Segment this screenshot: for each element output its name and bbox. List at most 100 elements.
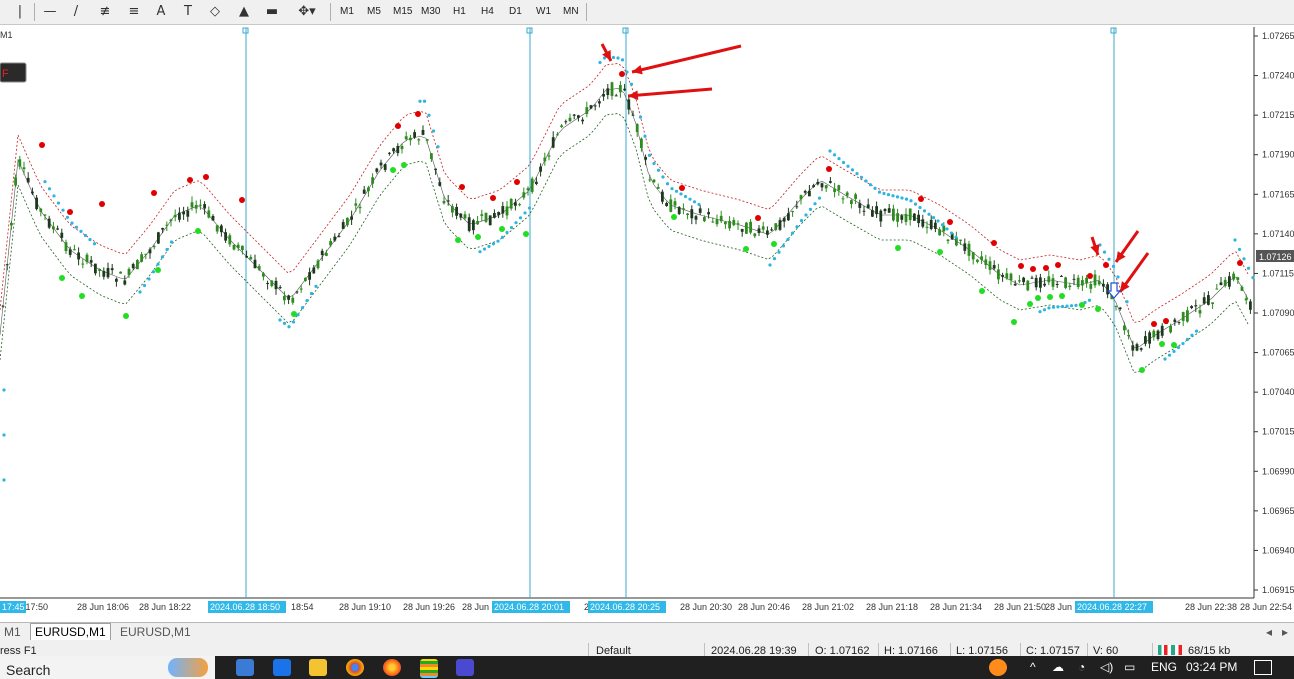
timeframe-d1[interactable]: D1 <box>506 3 525 21</box>
candle-body <box>52 226 55 230</box>
candle-body <box>1207 295 1210 305</box>
text-icon[interactable]: A <box>151 3 171 21</box>
clock[interactable]: 03:24 PM <box>1186 660 1237 674</box>
fibo-icon[interactable]: ≡ <box>124 3 144 21</box>
weather-icon[interactable] <box>989 659 1007 676</box>
candle-body <box>438 182 442 186</box>
time-marker-label: 2024.06.28 18:50 <box>210 602 280 612</box>
candle-body <box>199 204 202 206</box>
more-objects-icon[interactable]: ✥▾ <box>292 3 322 21</box>
candle-body <box>946 239 950 242</box>
candle-body <box>358 206 362 209</box>
arrow-up-icon[interactable]: ▲ <box>234 3 254 21</box>
rectangle-icon[interactable]: ▬ <box>262 3 282 21</box>
sar-dot <box>665 182 670 186</box>
candle-body <box>98 268 101 271</box>
candle-body <box>463 214 467 219</box>
candle-body <box>883 208 887 212</box>
tab-m1[interactable]: M1 <box>0 624 25 640</box>
sar-dot <box>891 194 895 198</box>
candle-body <box>320 250 324 255</box>
metatrader-icon[interactable] <box>420 659 438 678</box>
file-explorer-icon[interactable] <box>309 659 327 676</box>
sar-dot <box>305 298 309 303</box>
candle-body <box>110 268 114 271</box>
sell-signal-dot <box>1237 260 1243 266</box>
candle-body <box>526 188 530 191</box>
timeframe-m1[interactable]: M1 <box>337 3 357 21</box>
sar-dot <box>900 196 904 200</box>
candle-body <box>1202 297 1206 304</box>
candle-body <box>341 222 345 229</box>
sar-dot <box>151 270 156 274</box>
wifi-icon[interactable]: ◔ <box>1078 660 1085 674</box>
sell-signal-dot <box>514 179 520 185</box>
time-tick-label: 28 Jun 21:34 <box>930 602 982 612</box>
candle-body <box>505 206 509 216</box>
cloud-icon[interactable]: ☁ <box>1052 660 1064 674</box>
calculator-icon[interactable] <box>236 659 254 676</box>
candle-body <box>1060 275 1063 277</box>
battery-icon[interactable]: ▭ <box>1124 660 1135 674</box>
candle-body <box>892 208 895 221</box>
taskbar-search[interactable]: Search <box>0 656 215 679</box>
candle-body <box>938 229 941 236</box>
language-indicator[interactable]: ENG <box>1151 660 1177 674</box>
sar-dot <box>92 242 97 246</box>
shapes-icon[interactable]: ◇ <box>205 3 225 21</box>
candle-body <box>68 249 72 255</box>
tray-chevron-icon[interactable]: ^ <box>1030 660 1036 674</box>
candle-body <box>1102 283 1105 287</box>
candle-body <box>1156 330 1160 340</box>
speaker-icon[interactable]: ◁) <box>1100 660 1113 674</box>
trendline-icon[interactable]: / <box>66 3 86 21</box>
sar-dot <box>954 235 958 239</box>
sar-dot <box>291 320 296 324</box>
sar-dot <box>431 129 436 133</box>
label-icon[interactable]: T <box>178 3 198 21</box>
tab-scroll-right-icon[interactable]: ▸ <box>1278 624 1292 640</box>
candle-body <box>476 221 479 225</box>
sar-dot <box>799 219 804 223</box>
tab-eurusd-m1-active[interactable]: EURUSD,M1 <box>30 623 111 641</box>
mail-icon[interactable] <box>273 659 291 676</box>
candle-body <box>39 208 43 212</box>
timeframe-h1[interactable]: H1 <box>450 3 469 21</box>
candle-body <box>1211 302 1214 304</box>
candle-body <box>669 199 673 212</box>
status-help: ress F1 <box>0 645 37 656</box>
price-chart[interactable]: M1 F 1.07265 1.07240 1.07215 1.07190 1.07165… <box>0 25 1294 622</box>
timeframe-m5[interactable]: M5 <box>364 3 384 21</box>
candle-body <box>875 206 878 215</box>
tab-scroll-left-icon[interactable]: ◂ <box>1262 624 1276 640</box>
sar-dot <box>882 191 886 196</box>
candle-body <box>1249 301 1252 310</box>
hline-icon[interactable]: — <box>40 3 60 21</box>
timeframe-m15[interactable]: M15 <box>390 3 415 21</box>
app-icon[interactable] <box>456 659 474 676</box>
candle-body <box>1030 277 1034 279</box>
timeframe-mn[interactable]: MN <box>560 3 582 21</box>
sar-dot <box>850 168 855 172</box>
cursor-icon[interactable]: | <box>10 3 30 21</box>
toolbar-separator <box>586 3 587 21</box>
timeframe-w1[interactable]: W1 <box>533 3 554 21</box>
chrome-icon[interactable] <box>346 659 364 676</box>
timeframe-h4[interactable]: H4 <box>478 3 497 21</box>
sar-dot <box>487 244 491 249</box>
candle-body <box>287 295 290 300</box>
candle-body <box>354 203 358 206</box>
channel-icon[interactable]: ≢ <box>95 3 115 21</box>
candle-body <box>249 256 253 260</box>
timeframe-m30[interactable]: M30 <box>418 3 443 21</box>
status-separator <box>1020 643 1021 656</box>
candle-body <box>896 213 899 222</box>
tab-eurusd-m1[interactable]: EURUSD,M1 <box>116 624 195 640</box>
candle-body <box>509 198 513 209</box>
candle-body <box>1190 306 1193 309</box>
firefox-icon[interactable] <box>383 659 401 676</box>
sar-dot <box>877 190 882 194</box>
notifications-icon[interactable] <box>1254 660 1272 675</box>
candle-body <box>572 114 576 116</box>
candle-body <box>673 201 677 206</box>
